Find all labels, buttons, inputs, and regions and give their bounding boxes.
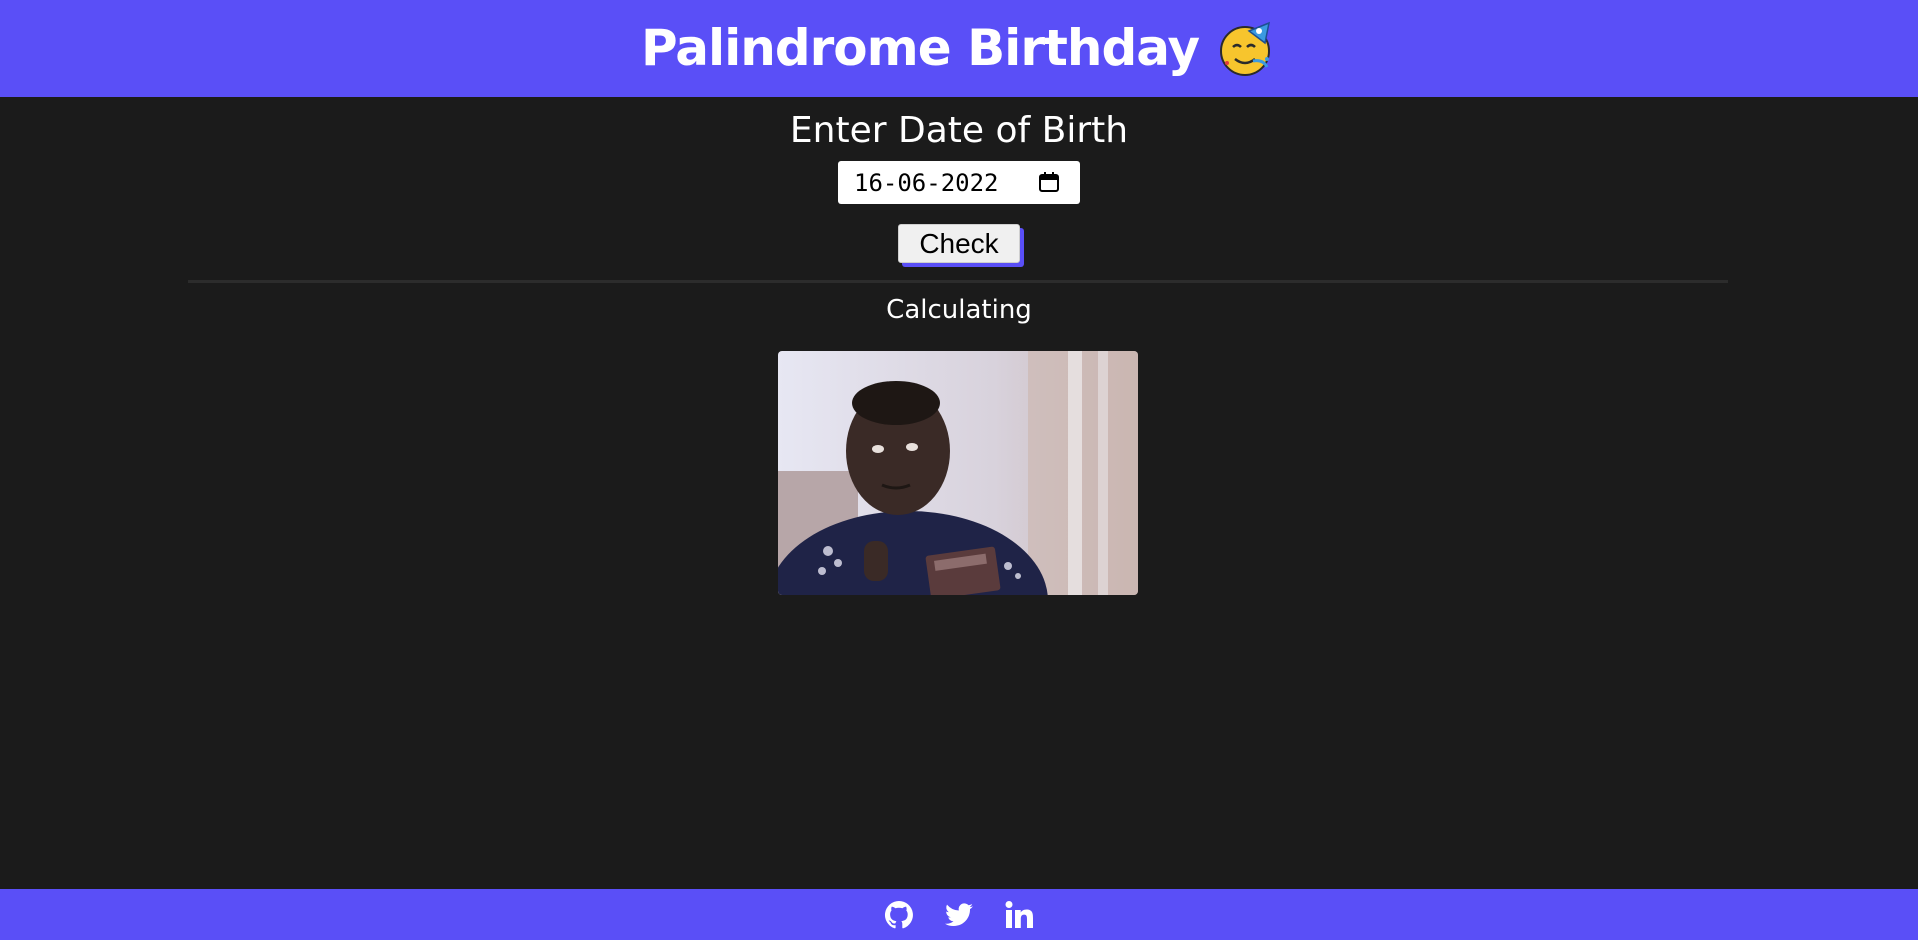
app-header: Palindrome Birthday: [0, 0, 1918, 97]
page-title-text: Palindrome Birthday: [640, 19, 1200, 77]
calendar-icon[interactable]: [1038, 171, 1060, 193]
check-button[interactable]: Check: [898, 224, 1020, 263]
page-title: Palindrome Birthday: [641, 0, 1277, 97]
dob-label: Enter Date of Birth: [789, 110, 1129, 151]
calculating-kid-gif: [778, 351, 1138, 595]
status-text: Calculating: [886, 295, 1032, 325]
github-icon[interactable]: [883, 899, 915, 931]
app-footer: [0, 889, 1918, 940]
divider: [188, 280, 1728, 283]
date-value: 16-06-2022: [854, 168, 999, 197]
linkedin-icon[interactable]: [1003, 899, 1035, 931]
twitter-icon[interactable]: [943, 899, 975, 931]
date-of-birth-input[interactable]: 16-06-2022: [838, 161, 1080, 204]
party-face-icon: [1220, 21, 1271, 76]
